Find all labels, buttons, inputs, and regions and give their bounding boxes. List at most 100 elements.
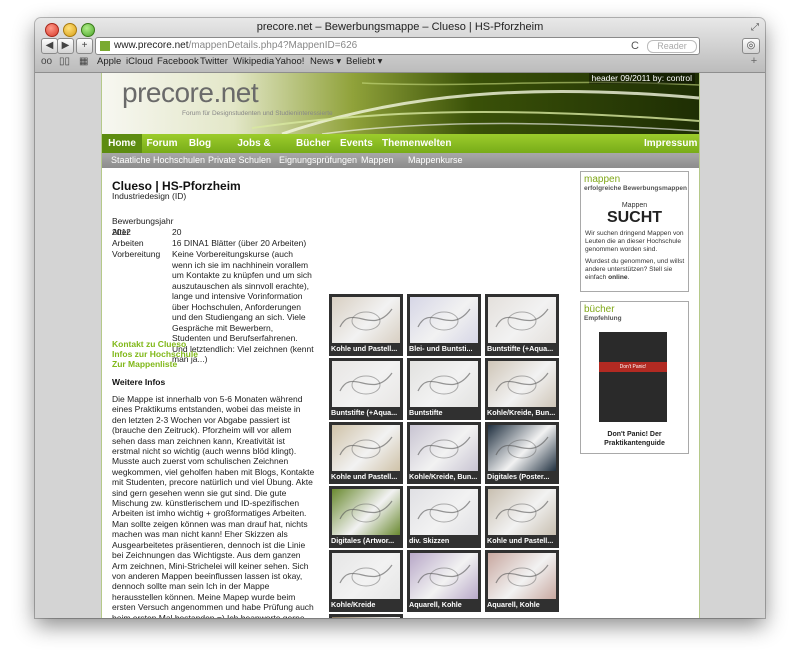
gallery-caption: Kohle/Kreide, Bun... (409, 472, 478, 481)
bookmark-item[interactable]: News ▾ (310, 54, 341, 70)
book-cover-text: Don't Panic! (619, 364, 647, 370)
nav-events[interactable]: Events (340, 134, 373, 153)
mappen-cta-post: . (627, 274, 630, 281)
site-tagline: Forum für Designstudenten und Studienint… (182, 110, 333, 117)
gallery-caption: Aquarell, Kohle (409, 600, 462, 609)
gallery-caption: Buntstifte (+Aqua... (487, 344, 554, 353)
mappen-box-subtitle: erfolgreiche Bewerbungsmappen (584, 185, 687, 192)
bookmarks-icon[interactable]: ▯▯ (59, 54, 70, 70)
buecher-box-title: bücher (584, 304, 615, 315)
site-header: precore.net Forum für Designstudenten un… (102, 73, 699, 134)
gallery-thumbnail[interactable]: Acryl (329, 614, 403, 618)
gallery-caption: Aquarell, Kohle (487, 600, 540, 609)
artwork-image (488, 489, 556, 535)
window-title: precore.net – Bewerbungsmappe – Clueso |… (256, 21, 544, 33)
gallery-caption: Kohle/Kreide (331, 600, 376, 609)
sub-nav: Staatliche Hochschulen Private Schulen E… (102, 153, 699, 168)
reload-button[interactable]: C (631, 38, 639, 54)
mappen-cta-text: Wurdest du genommen, und willst andere u… (585, 258, 685, 282)
book-title-link[interactable]: Don't Panic! Der Praktikantenguide (581, 430, 688, 448)
forward-button[interactable]: ▶ (57, 38, 74, 54)
artwork-image (410, 425, 478, 471)
gallery-thumbnail[interactable]: div. Skizzen (407, 486, 481, 548)
gallery-caption: Blei- und Buntsti... (409, 344, 473, 353)
bookmark-item[interactable]: iCloud (126, 54, 153, 70)
portfolio-list-link[interactable]: Zur Mappenliste (112, 359, 198, 369)
subnav-mappen[interactable]: Mappen (361, 153, 394, 168)
bookmarks-bar: oo ▯▯ ▦ Apple iCloud Facebook Twitter Wi… (35, 54, 765, 70)
nav-themenwelten[interactable]: Themenwelten (382, 134, 451, 153)
downloads-icon[interactable]: ◎ (742, 38, 760, 54)
bookmark-item[interactable]: Wikipedia (233, 54, 274, 70)
gallery-thumbnail[interactable]: Digitales (Artwor... (329, 486, 403, 548)
gallery-thumbnail[interactable]: Aquarell, Kohle (407, 550, 481, 612)
artwork-image (332, 425, 400, 471)
gallery-thumbnail[interactable]: Buntstifte (+Aqua... (485, 294, 559, 356)
web-page: precore.net Forum für Designstudenten un… (101, 73, 700, 618)
gallery-thumbnail[interactable]: Kohle und Pastell... (485, 486, 559, 548)
title-bar: precore.net – Bewerbungsmappe – Clueso |… (35, 18, 765, 73)
mappen-text: Wir suchen dringend Mappen von Leuten di… (585, 230, 684, 253)
buecher-box-subtitle: Empfehlung (584, 315, 622, 322)
nav-forum[interactable]: Forum (146, 134, 178, 153)
mappen-box-title: mappen (584, 174, 621, 185)
artwork-image (410, 297, 478, 343)
address-bar[interactable]: www.precore.net/mappenDetails.php4?Mappe… (95, 37, 700, 55)
info-label: Vorbereitung (112, 249, 161, 259)
gallery-thumbnail[interactable]: Kohle/Kreide, Bun... (485, 358, 559, 420)
gallery-thumbnail[interactable]: Aquarell, Kohle (485, 550, 559, 612)
gallery-thumbnail[interactable]: Kohle/Kreide, Bun... (407, 422, 481, 484)
info-value: 20 (172, 227, 182, 237)
info-value: 16 DINA1 Blätter (über 20 Arbeiten) (172, 238, 307, 248)
favicon-icon (100, 41, 110, 51)
new-tab-button[interactable]: + (747, 54, 761, 68)
fullscreen-icon[interactable]: ⤢ (751, 22, 759, 33)
reader-button[interactable]: Reader (647, 40, 697, 53)
gallery-caption: Buntstifte (+Aqua... (331, 408, 398, 417)
book-cover-image[interactable]: Don't Panic! (599, 332, 667, 422)
add-bookmark-button[interactable]: + (76, 38, 93, 54)
online-link[interactable]: online (608, 274, 627, 281)
nav-impressum[interactable]: Impressum (644, 134, 697, 153)
bookmark-item[interactable]: Beliebt ▾ (346, 54, 382, 70)
gallery-thumbnail[interactable]: Kohle und Pastell... (329, 422, 403, 484)
subnav-staatliche[interactable]: Staatliche Hochschulen (111, 153, 205, 168)
gallery-thumbnail[interactable]: Buntstifte (407, 358, 481, 420)
url-text: www.precore.net/mappenDetails.php4?Mappe… (114, 38, 357, 54)
mappen-box: mappen erfolgreiche Bewerbungsmappen Map… (580, 171, 689, 292)
nav-home[interactable]: Home (102, 134, 142, 153)
subnav-mappenkurse[interactable]: Mappenkurse (408, 153, 463, 168)
gallery-caption: Kohle und Pastell... (331, 472, 398, 481)
buecher-box: bücher Empfehlung Don't Panic! Don't Pan… (580, 301, 689, 454)
gallery-thumbnail[interactable]: Buntstifte (+Aqua... (329, 358, 403, 420)
gallery-thumbnail[interactable]: Kohle und Pastell... (329, 294, 403, 356)
url-host: www.precore.net (114, 40, 189, 51)
bookmark-item[interactable]: Apple (97, 54, 121, 70)
artwork-image (332, 617, 400, 618)
nav-jobs[interactable]: Jobs & Praktika (222, 134, 286, 168)
reading-list-icon[interactable]: oo (41, 54, 52, 70)
site-logo[interactable]: precore.net (122, 77, 259, 109)
school-info-link[interactable]: Infos zur Hochschule (112, 349, 198, 359)
artwork-image (410, 553, 478, 599)
artwork-image (488, 553, 556, 599)
artwork-image (332, 553, 400, 599)
artwork-image (410, 489, 478, 535)
subnav-eignung[interactable]: Eignungsprüfungen (279, 153, 357, 168)
subnav-private[interactable]: Private Schulen (208, 153, 271, 168)
gallery-thumbnail[interactable]: Blei- und Buntsti... (407, 294, 481, 356)
contact-link[interactable]: Kontakt zu Clueso (112, 339, 198, 349)
top-sites-icon[interactable]: ▦ (79, 54, 88, 70)
gallery-thumbnail[interactable]: Kohle/Kreide (329, 550, 403, 612)
gallery-thumbnail[interactable]: Digitales (Poster... (485, 422, 559, 484)
bookmark-item[interactable]: Twitter (200, 54, 228, 70)
back-button[interactable]: ◀ (41, 38, 58, 54)
portfolio-gallery: Kohle und Pastell... Blei- und Buntsti...… (329, 294, 561, 618)
nav-buecher[interactable]: Bücher (296, 134, 330, 153)
bookmark-item[interactable]: Facebook (157, 54, 199, 70)
browser-window: precore.net – Bewerbungsmappe – Clueso |… (35, 18, 765, 618)
more-info-heading: Weitere Infos (112, 377, 166, 387)
nav-blog[interactable]: Blog (188, 134, 212, 153)
page-subtitle: Industriedesign (ID) (112, 191, 187, 201)
bookmark-item[interactable]: Yahoo! (275, 54, 304, 70)
